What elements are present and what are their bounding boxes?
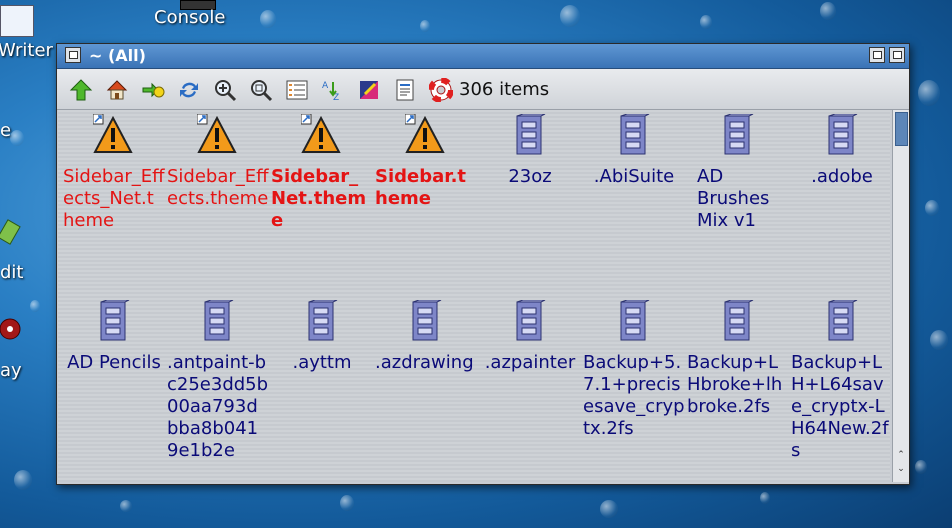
bookmark-icon[interactable] — [141, 78, 165, 102]
file-name: Sidebar_Effects.theme — [167, 166, 269, 209]
zoom-in-icon[interactable] — [213, 78, 237, 102]
vertical-scrollbar[interactable]: ⌃ ⌄ — [892, 110, 909, 482]
folder-drawer-icon — [828, 300, 858, 341]
document-icon[interactable] — [393, 78, 417, 102]
scroll-down-icon[interactable]: ⌄ — [896, 464, 906, 474]
color-icon[interactable] — [357, 78, 381, 102]
warning-icon — [93, 114, 133, 153]
file-name: .azdrawing — [375, 352, 474, 373]
file-name: Sidebar_Net.theme — [271, 166, 367, 231]
folder-drawer-icon — [724, 114, 754, 155]
play-desktop-icon[interactable] — [0, 315, 22, 351]
file-name: 23oz — [508, 166, 552, 187]
file-name: Backup+5.7.1+precisesave_cryptx.2fs — [583, 352, 685, 439]
up-arrow-icon[interactable] — [69, 78, 93, 102]
item-count: 306 items — [459, 79, 550, 100]
folder-drawer-icon — [100, 300, 130, 341]
warning-icon — [405, 114, 445, 153]
file-name: .AbiSuite — [593, 166, 675, 187]
file-name: AD Pencils — [67, 352, 161, 373]
edit-desktop-label[interactable]: dit — [0, 262, 23, 283]
file-view[interactable]: Sidebar_Effects_Net.theme Sidebar_Effect… — [58, 110, 890, 482]
zoom-fit-icon[interactable] — [249, 78, 273, 102]
file-name: .antpaint-bc25e3dd5b00aa793dbba8b0419e1b… — [167, 352, 269, 461]
file-name: AD Brushes Mix v1 — [697, 166, 770, 231]
warning-icon — [301, 114, 341, 153]
edit-desktop-icon[interactable] — [0, 218, 22, 246]
file-name: .ayttm — [292, 352, 352, 373]
file-name: .adobe — [811, 166, 873, 187]
folder-drawer-icon — [620, 114, 650, 155]
folder-drawer-icon — [516, 300, 546, 341]
folder-drawer-icon — [828, 114, 858, 155]
sort-icon[interactable]: AZ — [321, 78, 345, 102]
console-desktop-label[interactable]: Console — [154, 7, 225, 28]
window-title: ~ (All) — [89, 46, 146, 65]
play-desktop-label[interactable]: ay — [0, 360, 22, 381]
refresh-icon[interactable] — [177, 78, 201, 102]
view-details-icon[interactable] — [285, 78, 309, 102]
toolbar: AZ 306 items — [57, 69, 909, 110]
file-name: Sidebar_Effects_Net.theme — [63, 166, 165, 231]
scroll-up-icon[interactable]: ⌃ — [896, 450, 906, 460]
warning-icon — [197, 114, 237, 153]
file-name: Backup+LHbroke+lhbroke.2fs — [687, 352, 783, 417]
scrollbar-thumb[interactable] — [895, 112, 908, 146]
filer-window: ~ (All) AZ 306 items Sidebar_Effects_Net… — [56, 43, 910, 485]
writer-desktop-label[interactable]: Writer — [0, 40, 53, 61]
file-name: Backup+LH+L64save_cryptx-LH64New.2fs — [791, 352, 889, 461]
file-name: Sidebar.theme — [375, 166, 467, 209]
folder-drawer-icon — [204, 300, 234, 341]
help-lifebuoy-icon[interactable] — [429, 78, 453, 102]
partial-desktop-label: e — [0, 120, 12, 141]
folder-drawer-icon — [412, 300, 442, 341]
folder-drawer-icon — [724, 300, 754, 341]
window-menu-button[interactable] — [65, 47, 81, 63]
home-icon[interactable] — [105, 78, 129, 102]
writer-desktop-icon[interactable] — [0, 5, 34, 37]
minimize-button[interactable] — [869, 47, 885, 63]
folder-drawer-icon — [620, 300, 650, 341]
folder-drawer-icon — [308, 300, 338, 341]
folder-drawer-icon — [516, 114, 546, 155]
maximize-button[interactable] — [889, 47, 905, 63]
svg-text:A: A — [322, 81, 329, 91]
title-bar[interactable]: ~ (All) — [57, 44, 909, 69]
file-name: .azpainter — [484, 352, 576, 373]
